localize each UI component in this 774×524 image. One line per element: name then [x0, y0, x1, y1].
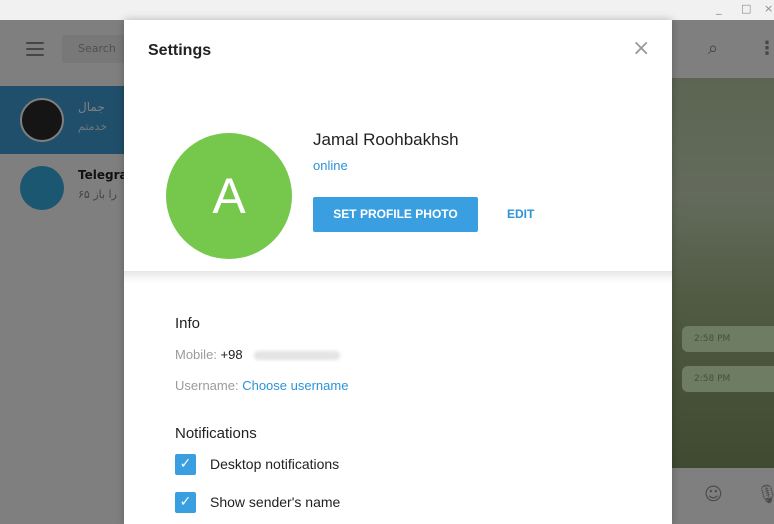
- checkbox-checked-icon[interactable]: ✓: [175, 492, 196, 513]
- minimize-icon[interactable]: _: [716, 2, 722, 15]
- chat-preview: ۶۵ را باز: [78, 188, 117, 201]
- maximize-icon[interactable]: □: [741, 2, 751, 15]
- online-status: online: [313, 158, 348, 173]
- mobile-value: +98: [220, 347, 243, 362]
- section-divider: [124, 271, 672, 283]
- telegram-logo-icon: [20, 98, 64, 142]
- username-row: Username: Choose username: [175, 378, 348, 393]
- window-titlebar: _ □ ×: [0, 0, 774, 20]
- avatar[interactable]: A: [166, 133, 292, 259]
- message-time: 2:58 PM: [682, 326, 774, 352]
- edit-profile-button[interactable]: EDIT: [507, 207, 534, 221]
- chat-item[interactable]: Telegra ۶۵ را باز: [0, 154, 128, 222]
- checkbox-label: Desktop notifications: [210, 456, 340, 472]
- checkbox-checked-icon[interactable]: ✓: [175, 454, 196, 475]
- redacted-number: [254, 351, 341, 361]
- info-heading: Info: [175, 315, 201, 332]
- checkbox-label: Show sender's name: [210, 494, 341, 510]
- choose-username-link[interactable]: Choose username: [242, 378, 348, 393]
- chat-name: جمال: [78, 100, 105, 114]
- close-icon[interactable]: ×: [632, 38, 650, 60]
- mobile-row: Mobile: +98: [175, 347, 341, 362]
- settings-dialog: Settings × A Jamal Roohbakhsh online SET…: [124, 20, 672, 524]
- message-time: 2:58 PM: [682, 366, 774, 392]
- chat-list-header: Search: [0, 20, 142, 78]
- notifications-heading: Notifications: [175, 425, 257, 442]
- dialog-title: Settings: [148, 42, 212, 59]
- username-label: Username:: [175, 378, 239, 393]
- more-options-icon[interactable]: ⋮: [758, 38, 774, 59]
- chat-name: Telegra: [78, 168, 128, 182]
- conversation-header: ⌕ ⋮: [672, 20, 774, 78]
- window-close-icon[interactable]: ×: [764, 2, 773, 15]
- message-composer: ☺ 🎙: [672, 468, 774, 524]
- chat-list: جمال خدمتم Telegra ۶۵ را باز: [0, 78, 128, 524]
- search-icon[interactable]: ⌕: [708, 38, 718, 59]
- chat-preview: خدمتم: [78, 120, 108, 133]
- set-profile-photo-button[interactable]: SET PROFILE PHOTO: [313, 197, 478, 232]
- emoji-icon[interactable]: ☺: [704, 484, 723, 505]
- profile-name: Jamal Roohbakhsh: [313, 130, 459, 149]
- microphone-icon[interactable]: 🎙: [756, 484, 774, 505]
- conversation-background: 2:58 PM 2:58 PM: [672, 78, 774, 468]
- chat-item-active[interactable]: جمال خدمتم: [0, 86, 124, 154]
- telegram-plane-icon: [20, 166, 64, 210]
- mobile-label: Mobile:: [175, 347, 217, 362]
- hamburger-menu-icon[interactable]: [26, 42, 44, 56]
